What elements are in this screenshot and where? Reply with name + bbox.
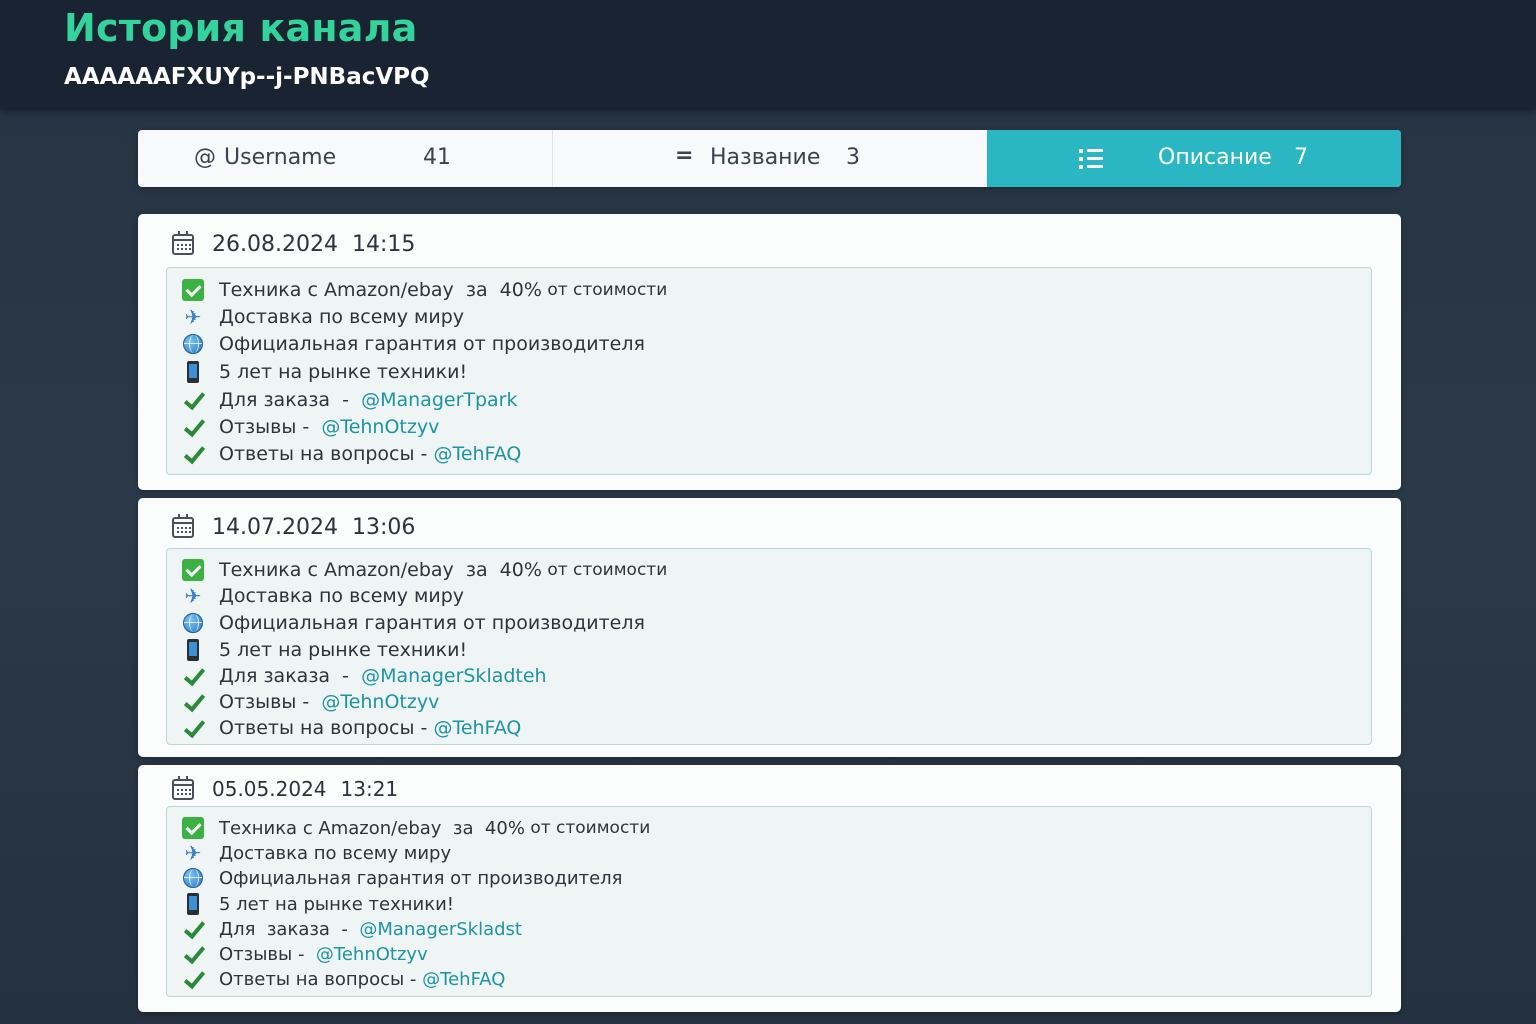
list-item: Отзывы - @TehnOtzyv — [181, 690, 439, 714]
entry-time: 13:06 — [351, 515, 416, 540]
faq-link[interactable]: @TehFAQ — [422, 969, 505, 990]
entry-description: Техника с Amazon/ebay за 40% от стоимост… — [166, 806, 1372, 997]
tab-bar: @ Username 41 = Название 3 Описание 7 — [138, 130, 1401, 187]
checkmark-icon — [182, 968, 204, 990]
entry-datetime: 14.07.2024 13:06 — [172, 514, 416, 540]
list-item: Для заказа - @ManagerTpark — [181, 388, 518, 412]
reviews-link[interactable]: @TehnOtzyv — [316, 944, 428, 965]
checkmark-icon — [182, 416, 204, 438]
calendar-icon — [172, 514, 194, 538]
tab-count: 3 — [846, 145, 860, 170]
calendar-icon — [172, 775, 194, 800]
equals-icon: = — [675, 143, 694, 168]
list-item: Техника с Amazon/ebay за 40% от стоимост… — [181, 816, 650, 840]
list-item: 5 лет на рынке техники! — [181, 360, 467, 384]
reviews-link[interactable]: @TehnOtzyv — [321, 691, 439, 713]
list-item: Техника с Amazon/ebay за 40% от стоимост… — [181, 558, 667, 582]
list-item: Ответы на вопросы - @TehFAQ — [181, 442, 521, 466]
tab-description[interactable]: Описание 7 — [987, 130, 1401, 187]
checkmark-icon — [182, 691, 204, 713]
airplane-icon: ✈ — [184, 305, 202, 329]
manager-link[interactable]: @ManagerTpark — [361, 389, 517, 411]
phone-icon — [187, 639, 199, 661]
checkmark-icon — [182, 943, 204, 965]
list-item: 5 лет на рынке техники! — [181, 638, 467, 662]
entry-time: 14:15 — [351, 232, 416, 257]
entry-description: Техника с Amazon/ebay за 40% от стоимост… — [166, 548, 1372, 745]
checkmark-icon — [182, 665, 204, 687]
tab-count: 7 — [1294, 145, 1308, 170]
tab-title[interactable]: = Название 3 — [553, 130, 987, 187]
history-entry: 05.05.2024 13:21 Техника с Amazon/ebay з… — [138, 765, 1401, 1012]
faq-link[interactable]: @TehFAQ — [433, 443, 521, 465]
list-icon — [1079, 149, 1103, 169]
tab-username[interactable]: @ Username 41 — [138, 130, 553, 187]
list-item: Техника с Amazon/ebay за 40% от стоимост… — [181, 278, 667, 302]
list-item: Официальная гарантия от производителя — [181, 332, 645, 356]
list-item: 5 лет на рынке техники! — [181, 892, 454, 916]
check-box-icon — [182, 817, 204, 839]
page-header: История канала AAAAAAFXUYp--j-PNBacVPQ — [0, 0, 1536, 110]
airplane-icon: ✈ — [184, 841, 202, 865]
entry-datetime: 26.08.2024 14:15 — [172, 231, 416, 257]
tab-label: Название — [710, 145, 821, 170]
entry-date: 14.07.2024 — [212, 515, 338, 540]
globe-icon — [183, 334, 203, 354]
phone-icon — [187, 361, 199, 383]
reviews-link[interactable]: @TehnOtzyv — [321, 416, 439, 438]
list-item: ✈ Доставка по всему миру — [181, 584, 464, 608]
channel-id: AAAAAAFXUYp--j-PNBacVPQ — [64, 64, 430, 90]
entry-date: 26.08.2024 — [212, 232, 338, 257]
history-entry: 14.07.2024 13:06 Техника с Amazon/ebay з… — [138, 498, 1401, 757]
list-item: ✈ Доставка по всему миру — [181, 305, 464, 329]
at-icon: @ — [194, 145, 216, 170]
phone-icon — [187, 893, 199, 915]
checkmark-icon — [182, 389, 204, 411]
faq-link[interactable]: @TehFAQ — [433, 717, 521, 739]
list-item: Для заказа - @ManagerSkladteh — [181, 664, 547, 688]
list-item: Официальная гарантия от производителя — [181, 866, 623, 890]
history-entry: 26.08.2024 14:15 Техника с Amazon/ebay з… — [138, 214, 1401, 490]
list-item: Официальная гарантия от производителя — [181, 611, 645, 635]
entry-time: 13:21 — [340, 777, 399, 801]
list-item: Ответы на вопросы - @TehFAQ — [181, 967, 505, 991]
list-item: Отзывы - @TehnOtzyv — [181, 415, 439, 439]
checkmark-icon — [182, 443, 204, 465]
manager-link[interactable]: @ManagerSkladst — [359, 919, 522, 940]
page-title: История канала — [64, 6, 418, 50]
entry-description: Техника с Amazon/ebay за 40% от стоимост… — [166, 267, 1372, 475]
entry-datetime: 05.05.2024 13:21 — [172, 775, 399, 801]
globe-icon — [183, 868, 203, 888]
list-item: Ответы на вопросы - @TehFAQ — [181, 716, 521, 740]
checkmark-icon — [182, 717, 204, 739]
calendar-icon — [172, 231, 194, 255]
tab-count: 41 — [423, 145, 451, 170]
tab-label: Username — [224, 145, 337, 170]
globe-icon — [183, 613, 203, 633]
airplane-icon: ✈ — [184, 584, 202, 608]
check-box-icon — [182, 559, 204, 581]
tab-label: Описание — [1158, 145, 1272, 170]
list-item: Отзывы - @TehnOtzyv — [181, 942, 428, 966]
entry-date: 05.05.2024 — [212, 777, 327, 801]
checkmark-icon — [182, 918, 204, 940]
manager-link[interactable]: @ManagerSkladteh — [361, 665, 547, 687]
list-item: Для заказа - @ManagerSkladst — [181, 917, 522, 941]
check-box-icon — [182, 279, 204, 301]
list-item: ✈ Доставка по всему миру — [181, 841, 452, 865]
